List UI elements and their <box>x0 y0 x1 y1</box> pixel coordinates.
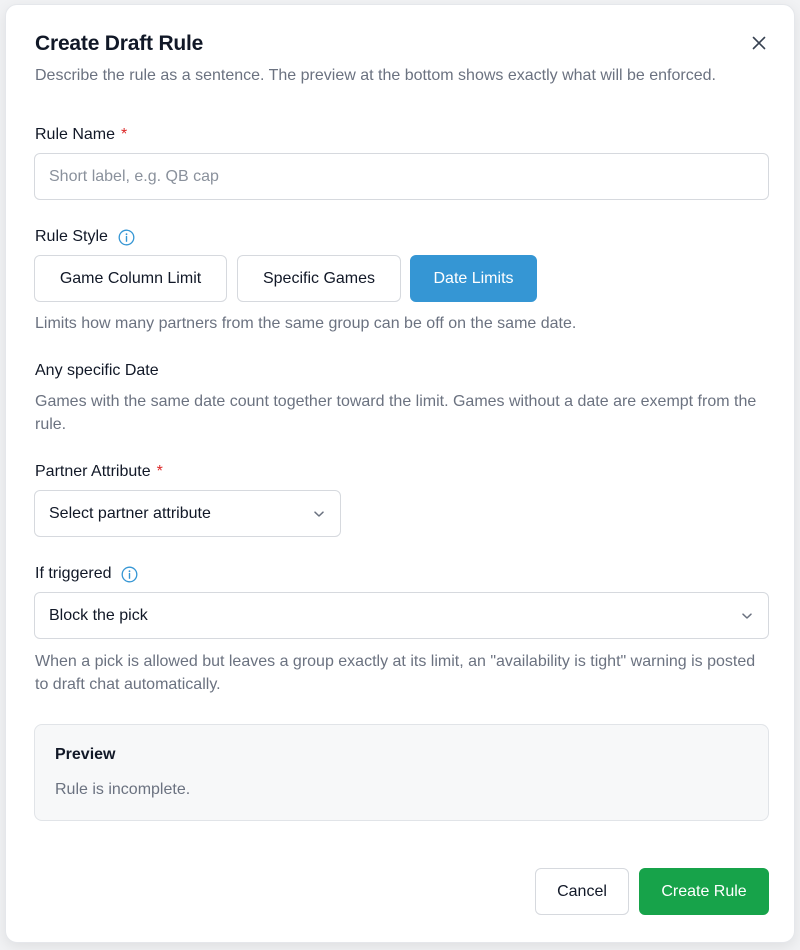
preview-heading: Preview <box>55 746 116 763</box>
rule-name-input[interactable] <box>49 167 754 186</box>
rule-style-info-button[interactable] <box>118 229 135 246</box>
rule-name-field[interactable] <box>34 153 769 200</box>
style-option-game-column-limit[interactable]: Game Column Limit <box>34 255 227 302</box>
if-triggered-select[interactable]: Block the pick <box>34 592 769 639</box>
close-button[interactable] <box>747 31 771 55</box>
preview-text: Rule is incomplete. <box>55 781 191 798</box>
info-icon <box>122 566 138 582</box>
rule-style-help: Limits how many partners from the same g… <box>35 315 577 332</box>
if-triggered-info-button[interactable] <box>121 566 138 583</box>
chevron-down-icon <box>314 510 324 517</box>
style-option-specific-games[interactable]: Specific Games <box>237 255 401 302</box>
rule-style-label-text: Rule Style <box>35 228 108 245</box>
rule-style-label: Rule Style <box>35 228 135 246</box>
create-rule-button[interactable]: Create Rule <box>639 868 769 915</box>
required-mark: * <box>121 126 128 143</box>
specific-date-help: Games with the same date count together … <box>35 393 757 433</box>
partner-attribute-label: Partner Attribute * <box>35 463 163 481</box>
if-triggered-label-text: If triggered <box>35 565 112 582</box>
partner-attribute-value: Select partner attribute <box>49 504 211 522</box>
if-triggered-value: Block the pick <box>49 606 148 624</box>
partner-attribute-select[interactable]: Select partner attribute <box>34 490 341 537</box>
if-triggered-help: When a pick is allowed but leaves a grou… <box>35 653 756 693</box>
close-icon <box>752 36 766 50</box>
style-option-date-limits[interactable]: Date Limits <box>410 255 537 302</box>
specific-date-heading: Any specific Date <box>35 362 159 379</box>
chevron-down-icon <box>742 612 752 619</box>
rule-name-label-text: Rule Name <box>35 126 116 143</box>
if-triggered-label: If triggered <box>35 565 138 583</box>
preview-panel: Preview Rule is incomplete. <box>34 724 769 821</box>
cancel-button[interactable]: Cancel <box>535 868 629 915</box>
create-draft-rule-dialog: Create Draft Rule Describe the rule as a… <box>5 4 795 943</box>
info-icon <box>118 229 135 245</box>
dialog-description: Describe the rule as a sentence. The pre… <box>35 67 716 84</box>
rule-name-label: Rule Name * <box>35 126 127 144</box>
dialog-title: Create Draft Rule <box>35 32 204 55</box>
partner-attribute-label-text: Partner Attribute <box>35 463 151 480</box>
required-mark: * <box>156 463 163 480</box>
